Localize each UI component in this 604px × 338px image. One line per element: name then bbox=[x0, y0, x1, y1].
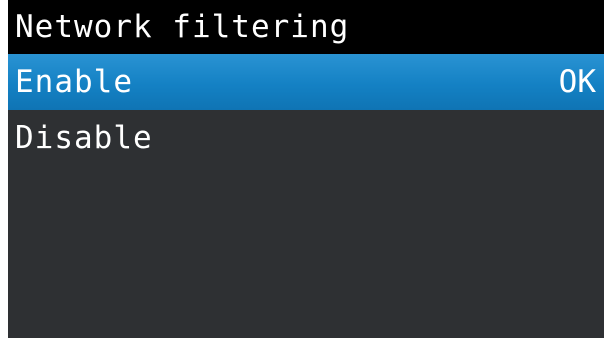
option-disable-label: Disable bbox=[15, 120, 153, 156]
option-enable[interactable]: Enable OK bbox=[8, 54, 604, 110]
option-enable-label: Enable bbox=[15, 64, 133, 100]
option-list: Enable OK Disable bbox=[8, 54, 604, 166]
option-disable[interactable]: Disable bbox=[8, 110, 604, 166]
option-status-ok: OK bbox=[558, 64, 596, 100]
lcd-screen: Network filtering Enable OK Disable bbox=[8, 0, 604, 338]
screen-title: Network filtering bbox=[8, 0, 604, 54]
